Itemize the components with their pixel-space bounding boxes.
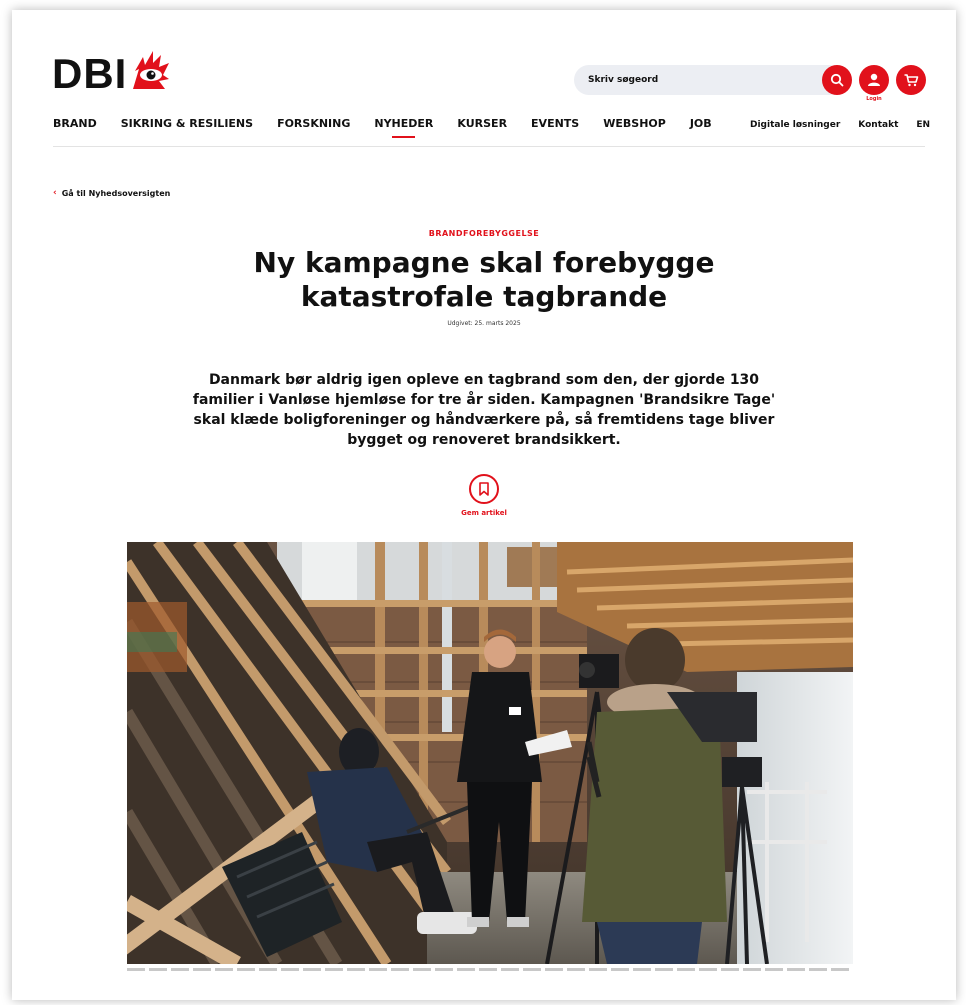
- nav-item-nyheder[interactable]: NYHEDER: [374, 117, 433, 138]
- article-lead: Danmark bør aldrig igen opleve en tagbra…: [192, 372, 776, 448]
- save-circle: [469, 474, 499, 504]
- nav-link-language-en[interactable]: EN: [916, 120, 930, 130]
- nav-item-job[interactable]: JOB: [690, 117, 712, 130]
- fire-eye-logo-icon: [133, 51, 170, 89]
- back-to-news-link[interactable]: ‹ Gå til Nyhedsoversigten: [53, 188, 170, 198]
- logo-text: DBI: [52, 50, 128, 97]
- chevron-left-icon: ‹: [53, 188, 57, 198]
- dbi-logo[interactable]: DBI: [52, 50, 171, 98]
- nav-item-webshop[interactable]: WEBSHOP: [603, 117, 666, 130]
- nav-item-forskning[interactable]: FORSKNING: [277, 117, 350, 130]
- nav-item-sikring-resiliens[interactable]: SIKRING & RESILIENS: [121, 117, 253, 130]
- publish-date: Udgivet: 25. marts 2025: [447, 320, 521, 327]
- login-label[interactable]: Login: [859, 96, 889, 102]
- nav-item-events[interactable]: EVENTS: [531, 117, 579, 130]
- image-caption-strip: [127, 968, 853, 971]
- nav-item-brand[interactable]: BRAND: [53, 117, 97, 130]
- search-input[interactable]: [588, 75, 808, 85]
- main-nav: BRAND SIKRING & RESILIENS FORSKNING NYHE…: [53, 117, 736, 138]
- article-hero-image: [127, 542, 853, 964]
- article-title: Ny kampagne skal forebygge katastrofale …: [253, 246, 715, 313]
- bookmark-icon: [479, 482, 489, 496]
- user-icon: [868, 73, 880, 86]
- save-article-label: Gem artikel: [461, 509, 507, 517]
- search-bar[interactable]: [574, 65, 844, 95]
- login-button[interactable]: [859, 65, 889, 95]
- nav-link-kontakt[interactable]: Kontakt: [858, 120, 898, 130]
- article-category[interactable]: BRANDFOREBYGGELSE: [12, 229, 956, 238]
- header-divider: [53, 146, 925, 147]
- nav-link-digitale-losninger[interactable]: Digitale løsninger: [750, 120, 840, 130]
- cart-button[interactable]: [896, 65, 926, 95]
- cart-icon: [904, 74, 919, 87]
- browser-page: DBI Login BRAND SIKRING & RESILIENS: [12, 10, 956, 1000]
- search-button[interactable]: [822, 65, 852, 95]
- secondary-nav: Digitale løsninger Kontakt EN: [750, 120, 948, 130]
- roof-filming-photo: [127, 542, 853, 964]
- back-link-label: Gå til Nyhedsoversigten: [61, 188, 171, 198]
- save-article-button[interactable]: Gem artikel: [452, 474, 516, 517]
- search-icon: [830, 73, 844, 87]
- nav-item-kurser[interactable]: KURSER: [457, 117, 507, 130]
